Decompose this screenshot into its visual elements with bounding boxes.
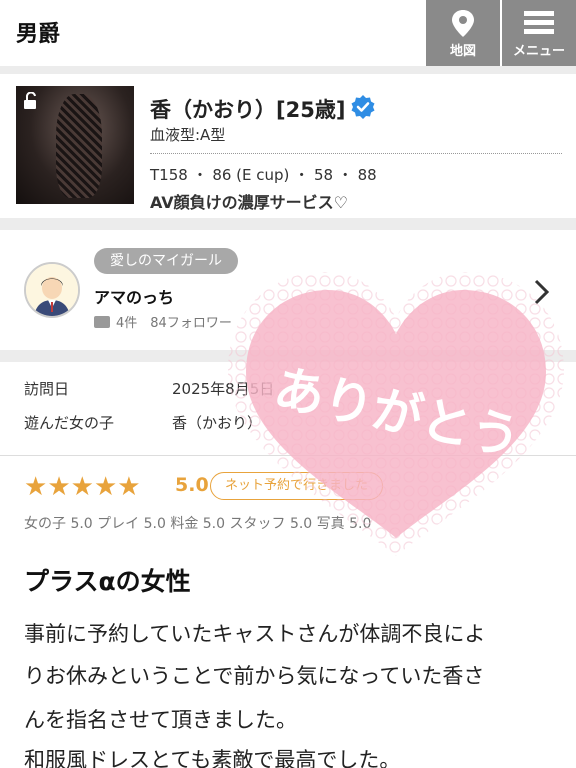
map-label: 地図 — [449, 44, 476, 59]
star-icon: ★ — [117, 472, 141, 502]
divider — [0, 350, 576, 362]
reviewer-row[interactable]: 愛しのマイガール アマのっち 4件 84フォロワー — [0, 230, 576, 350]
star-icon: ★ — [47, 472, 71, 502]
divider — [0, 218, 576, 230]
girl-value[interactable]: 香（かおり） — [172, 412, 262, 433]
girl-profile-card[interactable]: 香（かおり）[25歳] 血液型:A型 T158 ・ 86 (E cup) ・ 5… — [0, 74, 576, 218]
girl-label: 遊んだ女の子 — [24, 414, 115, 432]
visit-date-label: 訪問日 — [24, 380, 70, 398]
review-title: プラスαの女性 — [24, 567, 191, 596]
visit-date-value: 2025年8月5日 — [172, 380, 275, 398]
girl-photo[interactable] — [16, 86, 134, 204]
rating-score: 5.0 — [175, 474, 209, 496]
star-rating: ★★★★★ — [24, 474, 141, 500]
map-button[interactable]: 地図 — [426, 0, 500, 66]
verified-icon — [351, 95, 375, 119]
reviewer-meta: 4件 84フォロワー — [94, 312, 232, 331]
review-line: りお休みということで前から気になっていた香さ — [24, 664, 485, 688]
reviewer-badge: 愛しのマイガール — [94, 248, 238, 274]
star-icon: ★ — [70, 472, 94, 502]
chevron-right-icon[interactable] — [532, 278, 552, 306]
menu-button[interactable]: メニュー — [502, 0, 576, 66]
map-pin-icon — [452, 10, 474, 37]
stamp-text: ありがとう — [269, 359, 526, 468]
comment-icon — [94, 316, 110, 328]
net-reservation-badge: ネット予約で行きました — [210, 472, 384, 500]
app-header: 男爵 地図 メニュー — [0, 0, 576, 66]
review-line: んを指名させて頂きました。 — [24, 708, 297, 732]
site-title[interactable]: 男爵 — [16, 16, 60, 48]
avatar-illustration — [26, 264, 78, 316]
menu-label: メニュー — [512, 44, 565, 59]
review-line: 事前に予約していたキャストさんが体調不良によ — [24, 622, 486, 646]
avatar[interactable] — [24, 262, 80, 318]
reviewer-stats: 4件 84フォロワー — [116, 316, 232, 331]
divider — [0, 455, 576, 456]
catchphrase: AV顔負けの濃厚サービス♡ — [150, 193, 349, 212]
star-icon: ★ — [93, 472, 118, 502]
photo-figure — [56, 94, 102, 198]
sub-scores: 女の子 5.0 プレイ 5.0 料金 5.0 スタッフ 5.0 写真 5.0 — [24, 516, 372, 532]
divider — [0, 66, 576, 74]
dotted-divider — [150, 153, 562, 154]
unlock-icon — [24, 92, 36, 109]
body-stats: T158 ・ 86 (E cup) ・ 58 ・ 88 — [150, 166, 377, 184]
girl-name[interactable]: 香（かおり）[25歳] — [150, 94, 345, 124]
hamburger-icon — [524, 11, 554, 34]
reviewer-name[interactable]: アマのっち — [94, 284, 174, 308]
review-line: 和服風ドレスとても素敵で最高でした。 — [24, 748, 401, 768]
blood-type: 血液型:A型 — [150, 126, 226, 144]
star-icon: ★ — [24, 472, 48, 502]
